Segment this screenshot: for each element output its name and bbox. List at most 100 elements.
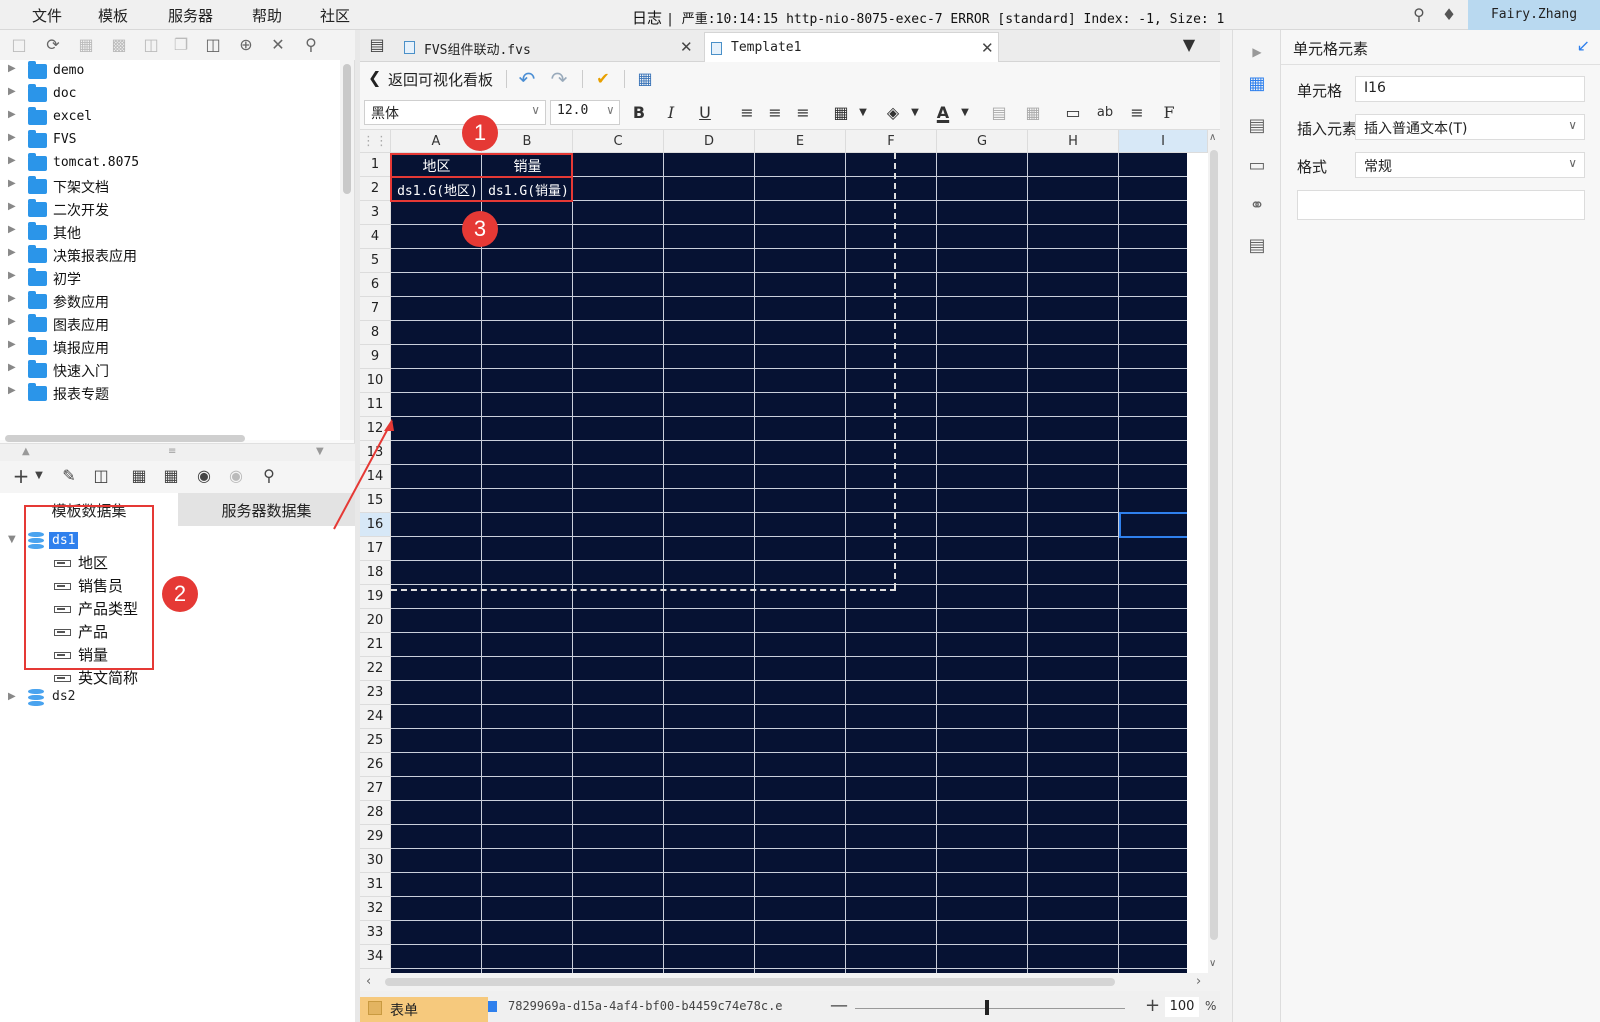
tree-item-folder[interactable]: ▶ 报表专题	[0, 382, 340, 405]
scrollbar-thumb[interactable]	[385, 978, 1115, 986]
expand-arrow-icon[interactable]: ▶	[8, 178, 16, 189]
tree-item-folder[interactable]: ▶ 二次开发	[0, 198, 340, 221]
scroll-down-icon[interactable]: ∨	[1209, 958, 1216, 969]
close-icon[interactable]: ✕	[680, 38, 693, 56]
formula-icon[interactable]: F	[1158, 102, 1180, 124]
row-header-31[interactable]: 31	[360, 873, 391, 897]
delete-icon[interactable]: ◫	[90, 465, 112, 487]
column-header-g[interactable]: G	[937, 130, 1028, 153]
expand-arrow-icon[interactable]: ▶	[8, 385, 16, 396]
scroll-right-icon[interactable]: ›	[1196, 974, 1201, 989]
expand-arrow-icon[interactable]: ▶	[8, 155, 16, 166]
menu-template[interactable]: 模板	[98, 5, 128, 26]
menu-server[interactable]: 服务器	[168, 5, 213, 26]
italic-icon[interactable]: I	[660, 102, 682, 124]
expand-arrow-icon[interactable]: ▶	[8, 132, 16, 143]
zoom-input[interactable]: 100	[1165, 997, 1199, 1017]
dataset-ds2[interactable]: ds2	[52, 689, 75, 704]
undo-icon[interactable]: ↶	[516, 68, 538, 90]
expand-arrow-icon[interactable]: ▶	[8, 247, 16, 258]
scrollbar-thumb[interactable]	[5, 435, 245, 442]
align-left-icon[interactable]: ≡	[736, 102, 758, 124]
cell-attribute-icon[interactable]: ▤	[1245, 114, 1269, 138]
search-icon[interactable]: ⚲	[258, 465, 280, 487]
text-field-icon[interactable]: ▭	[1062, 102, 1084, 124]
menu-file[interactable]: 文件	[32, 5, 62, 26]
row-header-4[interactable]: 4	[360, 225, 391, 249]
column-header-h[interactable]: H	[1028, 130, 1119, 153]
menu-help[interactable]: 帮助	[252, 5, 282, 26]
row-header-18[interactable]: 18	[360, 561, 391, 585]
tree-item-fvs[interactable]: ▶ FVS	[0, 129, 340, 152]
row-header-25[interactable]: 25	[360, 729, 391, 753]
unmerge-cells-icon[interactable]: ▦	[1022, 102, 1044, 124]
scroll-up-icon[interactable]: ∧	[1209, 132, 1216, 143]
row-header-30[interactable]: 30	[360, 849, 391, 873]
scrollbar-thumb[interactable]	[1210, 150, 1218, 940]
widget-settings-icon[interactable]: ▭	[1245, 154, 1269, 178]
expand-arrow-icon[interactable]: ▶	[8, 339, 16, 350]
menu-community[interactable]: 社区	[320, 5, 350, 26]
column-header-d[interactable]: D	[664, 130, 755, 153]
selected-cell-i16[interactable]	[1119, 512, 1187, 538]
row-header-6[interactable]: 6	[360, 273, 391, 297]
scrollbar-thumb[interactable]	[343, 64, 351, 194]
row-header-27[interactable]: 27	[360, 777, 391, 801]
tree-item-doc[interactable]: ▶ doc	[0, 83, 340, 106]
tree-item-folder[interactable]: ▶ 初学	[0, 267, 340, 290]
chevron-down-icon[interactable]: ▼	[852, 102, 874, 124]
row-header-7[interactable]: 7	[360, 297, 391, 321]
content-input[interactable]	[1297, 190, 1585, 220]
scroll-left-icon[interactable]: ‹	[366, 974, 371, 989]
back-to-dashboard-button[interactable]: 返回可视化看板	[388, 69, 493, 90]
expand-arrow-icon[interactable]: ▶	[8, 691, 16, 702]
merge-cells-icon[interactable]: ▤	[988, 102, 1010, 124]
column-header-i[interactable]: I	[1119, 130, 1208, 153]
expand-panel-icon[interactable]: ▶	[1245, 40, 1269, 64]
search-icon[interactable]: ⚲	[1410, 6, 1428, 24]
column-header-e[interactable]: E	[755, 130, 846, 153]
row-header-22[interactable]: 22	[360, 657, 391, 681]
expand-arrow-icon[interactable]: ▶	[8, 224, 16, 235]
row-header-24[interactable]: 24	[360, 705, 391, 729]
align-right-icon[interactable]: ≡	[792, 102, 814, 124]
row-header-5[interactable]: 5	[360, 249, 391, 273]
row-header-1[interactable]: 1	[360, 153, 391, 177]
preview-icon[interactable]: ▦	[634, 68, 656, 90]
zoom-slider-thumb[interactable]	[985, 1000, 989, 1015]
collapse-arrow-icon[interactable]: ▼	[8, 534, 16, 545]
tree-item-folder[interactable]: ▶ 决策报表应用	[0, 244, 340, 267]
dropdown-icon[interactable]: ▼	[28, 465, 50, 487]
field-english-abbr[interactable]: 英文简称	[78, 667, 138, 688]
redo-icon[interactable]: ↷	[548, 68, 570, 90]
row-header-29[interactable]: 29	[360, 825, 391, 849]
expand-arrow-icon[interactable]: ▶	[8, 86, 16, 97]
row-header-26[interactable]: 26	[360, 753, 391, 777]
expand-arrow-icon[interactable]: ▶	[8, 270, 16, 281]
tree-item-folder[interactable]: ▶ 图表应用	[0, 313, 340, 336]
row-header-28[interactable]: 28	[360, 801, 391, 825]
close-icon[interactable]: ✕	[981, 39, 994, 57]
tree-item-folder[interactable]: ▶ 参数应用	[0, 290, 340, 313]
underline-icon[interactable]: U	[694, 102, 716, 124]
edit-icon[interactable]: ✎	[58, 465, 80, 487]
chevron-down-icon[interactable]: ▼	[954, 102, 976, 124]
collapse-up-icon[interactable]: ▲	[22, 446, 30, 457]
format-painter-icon[interactable]: ✔	[592, 68, 614, 90]
expand-arrow-icon[interactable]: ▶	[8, 201, 16, 212]
row-header-11[interactable]: 11	[360, 393, 391, 417]
expand-arrow-icon[interactable]: ▶	[8, 293, 16, 304]
row-header-32[interactable]: 32	[360, 897, 391, 921]
cell-element-icon[interactable]: ▦	[1245, 72, 1269, 96]
tree-structure-icon[interactable]: ▤	[1245, 234, 1269, 258]
locate-icon[interactable]: ⊕	[235, 34, 257, 56]
preview-icon[interactable]: ▦	[128, 465, 150, 487]
user-name[interactable]: Fairy.Zhang	[1468, 0, 1600, 30]
database-icon[interactable]: ◉	[193, 465, 215, 487]
tab-server-dataset[interactable]: 服务器数据集	[178, 493, 355, 526]
collapse-down-icon[interactable]: ▼	[316, 446, 324, 457]
tab-template1[interactable]: Template1 ✕	[704, 32, 999, 62]
bold-icon[interactable]: B	[628, 102, 650, 124]
align-center-icon[interactable]: ≡	[764, 102, 786, 124]
search-icon[interactable]: ⚲	[300, 34, 322, 56]
